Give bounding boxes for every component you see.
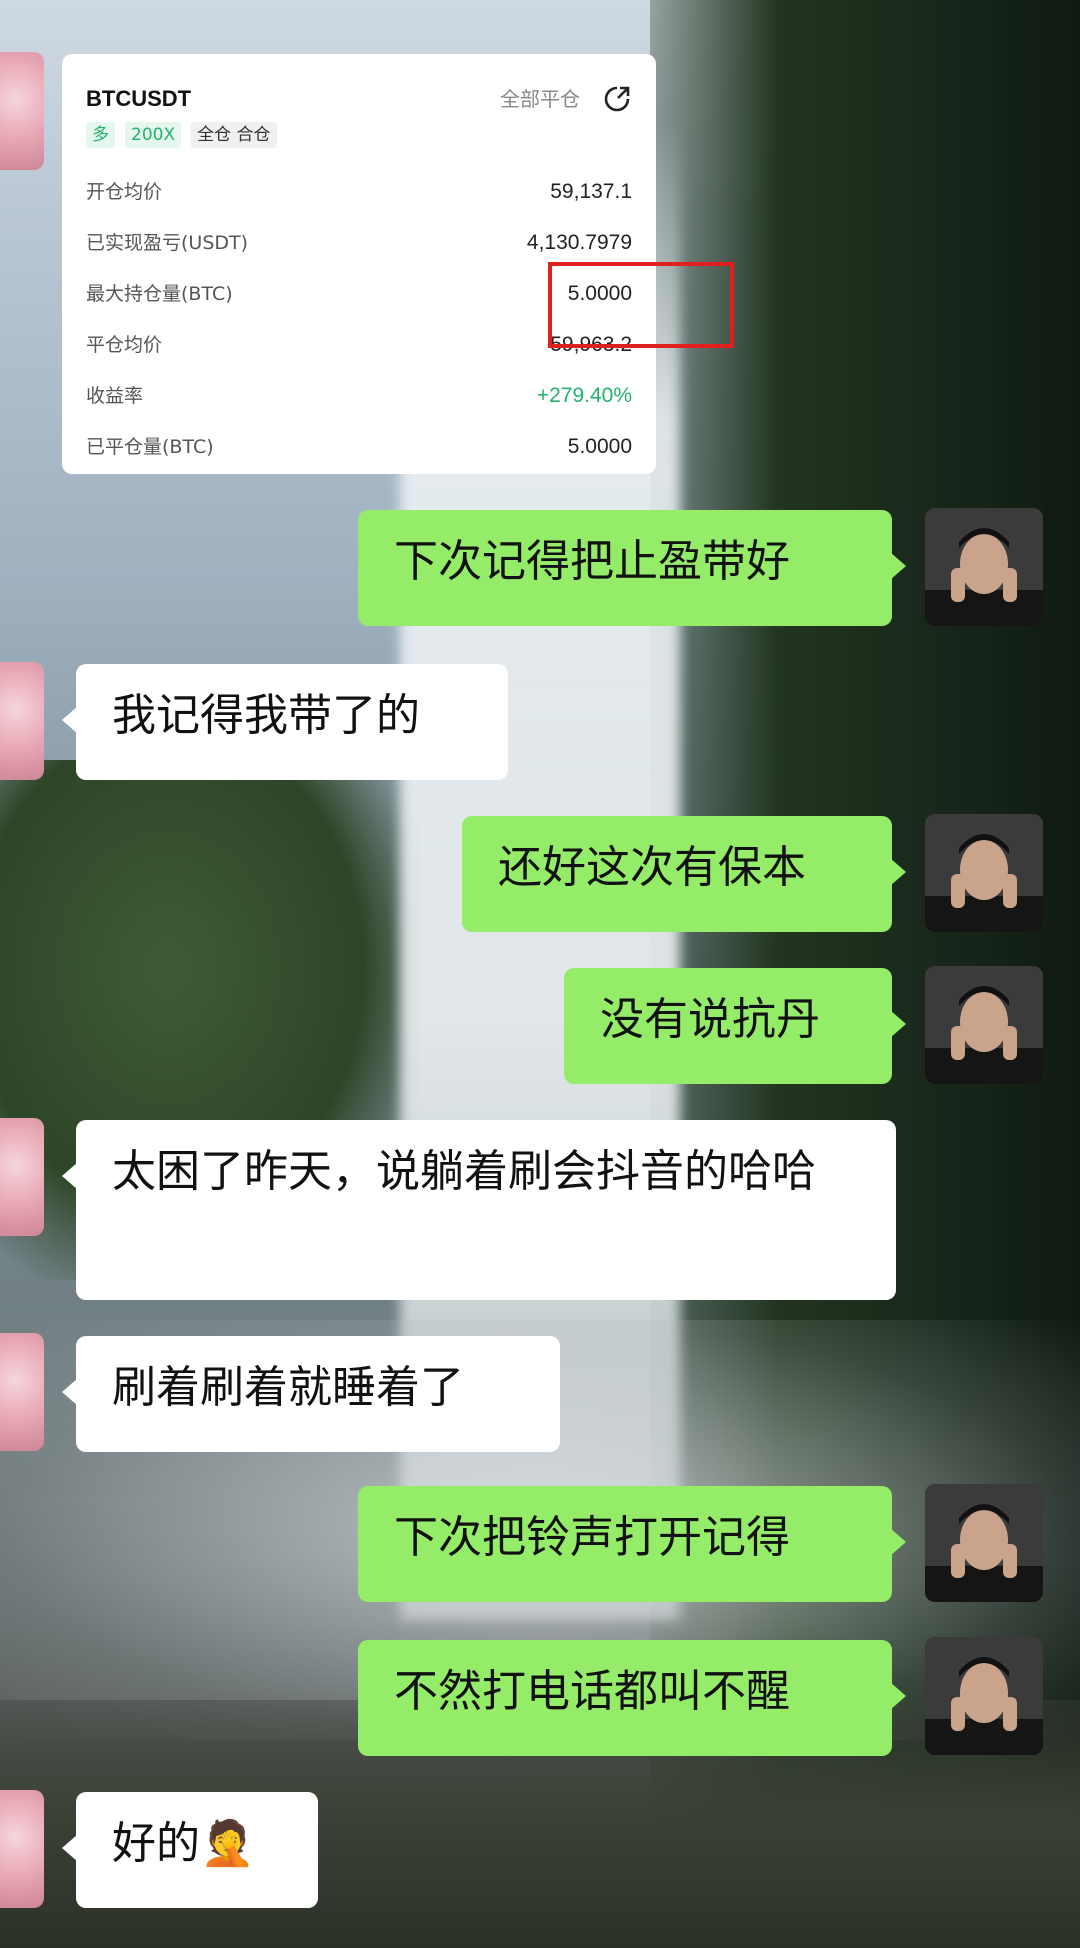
self-avatar[interactable] <box>925 508 1043 626</box>
sent-message[interactable]: 不然打电话都叫不醒 <box>358 1640 906 1756</box>
self-avatar[interactable] <box>925 1637 1043 1755</box>
self-avatar[interactable] <box>925 966 1043 1084</box>
stat-label: 平仓均价 <box>86 333 163 356</box>
chat-screen: BTCUSDT 全部平仓 多 200X 全仓 合仓 开仓均价 59,137.1 … <box>0 0 1080 1948</box>
sent-message[interactable]: 下次记得把止盈带好 <box>358 510 906 626</box>
share-icon[interactable] <box>602 84 632 114</box>
message-text: 还好这次有保本 <box>498 842 806 893</box>
received-message[interactable]: 好的🤦 <box>62 1792 318 1908</box>
stat-value: +279.40% <box>536 383 632 407</box>
stat-label: 已实现盈亏(USDT) <box>86 231 249 254</box>
contact-avatar[interactable] <box>0 52 44 170</box>
direction-tag: 多 <box>86 122 115 148</box>
sent-message[interactable]: 还好这次有保本 <box>462 816 906 932</box>
self-avatar[interactable] <box>925 814 1043 932</box>
margin-mode-tag: 全仓 合仓 <box>191 122 277 148</box>
sent-message[interactable]: 没有说抗丹 <box>564 968 906 1084</box>
trading-pair: BTCUSDT <box>86 86 192 111</box>
message-text: 我记得我带了的 <box>112 690 420 741</box>
message-text: 不然打电话都叫不醒 <box>394 1666 790 1717</box>
message-text: 刷着刷着就睡着了 <box>112 1362 464 1413</box>
contact-avatar[interactable] <box>0 1118 44 1236</box>
sent-message[interactable]: 下次把铃声打开记得 <box>358 1486 906 1602</box>
stat-row: 开仓均价 59,137.1 <box>86 166 632 217</box>
contact-avatar[interactable] <box>0 1790 44 1908</box>
stat-row: 收益率 +279.40% <box>86 370 632 421</box>
stat-value: 59,137.1 <box>550 179 632 203</box>
leverage-tag: 200X <box>125 122 182 148</box>
trade-result-card[interactable]: BTCUSDT 全部平仓 多 200X 全仓 合仓 开仓均价 59,137.1 … <box>62 54 734 474</box>
stat-label: 已平仓量(BTC) <box>86 435 214 458</box>
stat-label: 开仓均价 <box>86 180 163 203</box>
message-text: 没有说抗丹 <box>600 994 820 1045</box>
stat-value: 4,130.7979 <box>526 230 632 254</box>
stat-label: 收益率 <box>86 384 144 407</box>
stat-row: 已实现盈亏(USDT) 4,130.7979 <box>86 217 632 268</box>
highlight-box <box>548 262 734 348</box>
stat-label: 最大持仓量(BTC) <box>86 282 233 305</box>
message-text: 好的🤦 <box>112 1818 255 1869</box>
stat-value: 5.0000 <box>567 434 632 458</box>
received-message[interactable]: 刷着刷着就睡着了 <box>62 1336 560 1452</box>
message-text: 下次把铃声打开记得 <box>394 1512 790 1563</box>
contact-avatar[interactable] <box>0 662 44 780</box>
self-avatar[interactable] <box>925 1484 1043 1602</box>
close-all-button[interactable]: 全部平仓 <box>500 86 580 112</box>
card-header: BTCUSDT 全部平仓 <box>86 84 632 114</box>
message-text: 下次记得把止盈带好 <box>394 536 790 587</box>
position-tags: 多 200X 全仓 合仓 <box>86 122 632 148</box>
received-message[interactable]: 太困了昨天，说躺着刷会抖音的哈哈 <box>62 1120 896 1300</box>
card-actions: 全部平仓 <box>500 84 632 114</box>
received-message[interactable]: 我记得我带了的 <box>62 664 508 780</box>
message-text: 太困了昨天，说躺着刷会抖音的哈哈 <box>112 1146 816 1197</box>
contact-avatar[interactable] <box>0 1333 44 1451</box>
stat-row: 已平仓量(BTC) 5.0000 <box>86 421 632 472</box>
